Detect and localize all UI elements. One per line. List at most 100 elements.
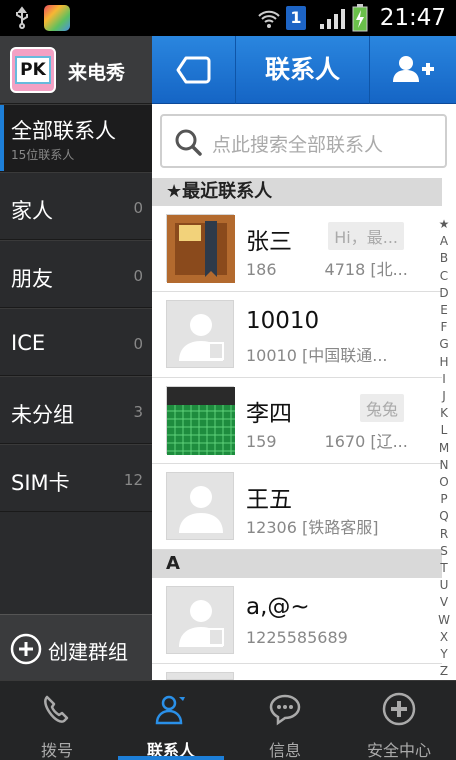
contact-number: 186 4718 [北... [246, 260, 408, 279]
group-item-ice[interactable]: ICE 0 [0, 308, 152, 376]
app-header: PK 来电秀 [0, 36, 152, 104]
avatar [166, 386, 235, 455]
usb-icon [16, 6, 28, 29]
clock: 21:47 [379, 5, 446, 31]
section-header-recent: ★最近联系人 [152, 178, 442, 206]
contact-name: a,@~ [246, 594, 310, 620]
page-title: 联系人 [236, 36, 370, 104]
index-letter[interactable]: P [440, 491, 447, 508]
contacts-panel: 联系人 点此搜索全部联系人 ★最近联系人 张三 186 4718 [北... H… [152, 36, 456, 695]
index-letter[interactable]: S [440, 543, 448, 560]
group-name: ICE [11, 331, 46, 355]
index-letter[interactable]: O [439, 474, 448, 491]
search-input[interactable]: 点此搜索全部联系人 [160, 114, 447, 168]
default-avatar-icon [166, 300, 234, 368]
back-icon [176, 56, 211, 84]
nav-label: 安全中心 [366, 741, 431, 760]
contact-row[interactable]: 李四 159 1670 [辽... 兔兔 [152, 378, 442, 464]
contact-row[interactable]: a,@~ 1225585689 [152, 578, 442, 664]
add-user-icon [393, 56, 434, 82]
group-item-friends[interactable]: 朋友 0 [0, 240, 152, 308]
index-letter[interactable]: J [442, 388, 446, 405]
index-letter[interactable]: M [439, 440, 449, 457]
group-count: 0 [133, 335, 143, 353]
group-count: 0 [133, 199, 143, 217]
contact-name: 王五 [246, 487, 292, 513]
status-bar: 1 21:47 [0, 0, 456, 36]
index-letter[interactable]: T [440, 560, 447, 577]
app-title: 来电秀 [68, 62, 126, 84]
create-group-button[interactable]: 创建群组 [0, 614, 152, 680]
app-notification-icon [44, 5, 70, 31]
add-contact-button[interactable] [370, 36, 456, 104]
signal-icon [320, 9, 345, 29]
index-letter[interactable]: G [439, 336, 448, 353]
nav-tab-messages[interactable]: 信息 [228, 681, 342, 760]
nav-label: 信息 [268, 741, 301, 760]
index-letter[interactable]: Y [440, 646, 447, 663]
default-avatar-icon [166, 586, 234, 654]
index-letter[interactable]: H [439, 354, 448, 371]
index-letter[interactable]: V [440, 594, 448, 611]
index-letter[interactable]: Q [439, 508, 448, 525]
alphabet-index-bar[interactable]: ★ABCDEFGHIJKLMNOPQRSTUVWXYZ# [432, 216, 456, 695]
notification-badge: 1 [286, 6, 306, 30]
index-letter[interactable]: I [442, 371, 446, 388]
group-item-ungrouped[interactable]: 未分组 3 [0, 376, 152, 444]
nav-label: 联系人 [146, 741, 195, 760]
group-item-all-contacts[interactable]: 全部联系人 15位联系人 [0, 104, 152, 172]
search-placeholder: 点此搜索全部联系人 [212, 134, 384, 156]
index-letter[interactable]: L [441, 422, 448, 439]
group-count: 12 [123, 471, 143, 489]
nav-tab-contacts[interactable]: 联系人 [114, 681, 228, 760]
battery-icon [352, 4, 368, 32]
index-letter[interactable]: A [440, 233, 448, 250]
contact-row[interactable]: 10010 10010 [中国联通... [152, 292, 442, 378]
group-item-sim[interactable]: SIM卡 12 [0, 444, 152, 512]
contact-name: 10010 [246, 308, 320, 334]
index-letter[interactable]: X [440, 629, 448, 646]
group-count: 0 [133, 267, 143, 285]
contact-row[interactable]: 王五 12306 [铁路客服] [152, 464, 442, 550]
index-letter[interactable]: Z [440, 663, 448, 680]
index-letter[interactable]: U [440, 577, 449, 594]
contact-number: 1225585689 [246, 628, 348, 647]
index-letter[interactable]: ★ [439, 216, 450, 233]
bottom-nav: 拨号 联系人 信息 安全中心 [0, 680, 456, 760]
top-bar: 联系人 [152, 36, 456, 104]
contact-name: 张三 [246, 229, 292, 255]
group-count: 3 [133, 403, 143, 421]
index-letter[interactable]: E [440, 302, 448, 319]
group-name: SIM卡 [11, 471, 70, 495]
group-name: 未分组 [11, 403, 74, 427]
nav-tab-security[interactable]: 安全中心 [342, 681, 456, 760]
collapse-button[interactable] [152, 36, 236, 104]
plus-circle-icon [10, 633, 42, 665]
contact-row[interactable]: 张三 186 4718 [北... Hi，最... [152, 206, 442, 292]
group-panel: PK 来电秀 全部联系人 15位联系人 家人 0 朋友 0 ICE 0 未分组 … [0, 36, 152, 680]
app-logo: PK [10, 47, 56, 93]
index-letter[interactable]: W [438, 612, 450, 629]
create-group-label: 创建群组 [48, 640, 128, 664]
avatar [166, 214, 235, 283]
contact-number: 12306 [铁路客服] [246, 518, 379, 537]
default-avatar-icon [166, 672, 234, 680]
section-header-a: A [152, 550, 442, 578]
index-letter[interactable]: C [440, 268, 448, 285]
shield-plus-icon [382, 692, 416, 726]
index-letter[interactable]: B [440, 250, 448, 267]
contact-row-partial[interactable] [152, 664, 442, 680]
index-letter[interactable]: F [441, 319, 448, 336]
index-letter[interactable]: K [440, 405, 448, 422]
index-letter[interactable]: N [440, 457, 449, 474]
nav-label: 拨号 [40, 741, 73, 760]
index-letter[interactable]: D [439, 285, 448, 302]
contact-note: 兔兔 [359, 394, 404, 422]
group-sub: 15位联系人 [11, 148, 75, 162]
default-avatar-icon [166, 472, 234, 540]
phone-icon [44, 695, 69, 723]
group-name: 家人 [11, 199, 53, 223]
group-item-family[interactable]: 家人 0 [0, 172, 152, 240]
nav-tab-dialer[interactable]: 拨号 [0, 681, 114, 760]
index-letter[interactable]: R [440, 526, 448, 543]
